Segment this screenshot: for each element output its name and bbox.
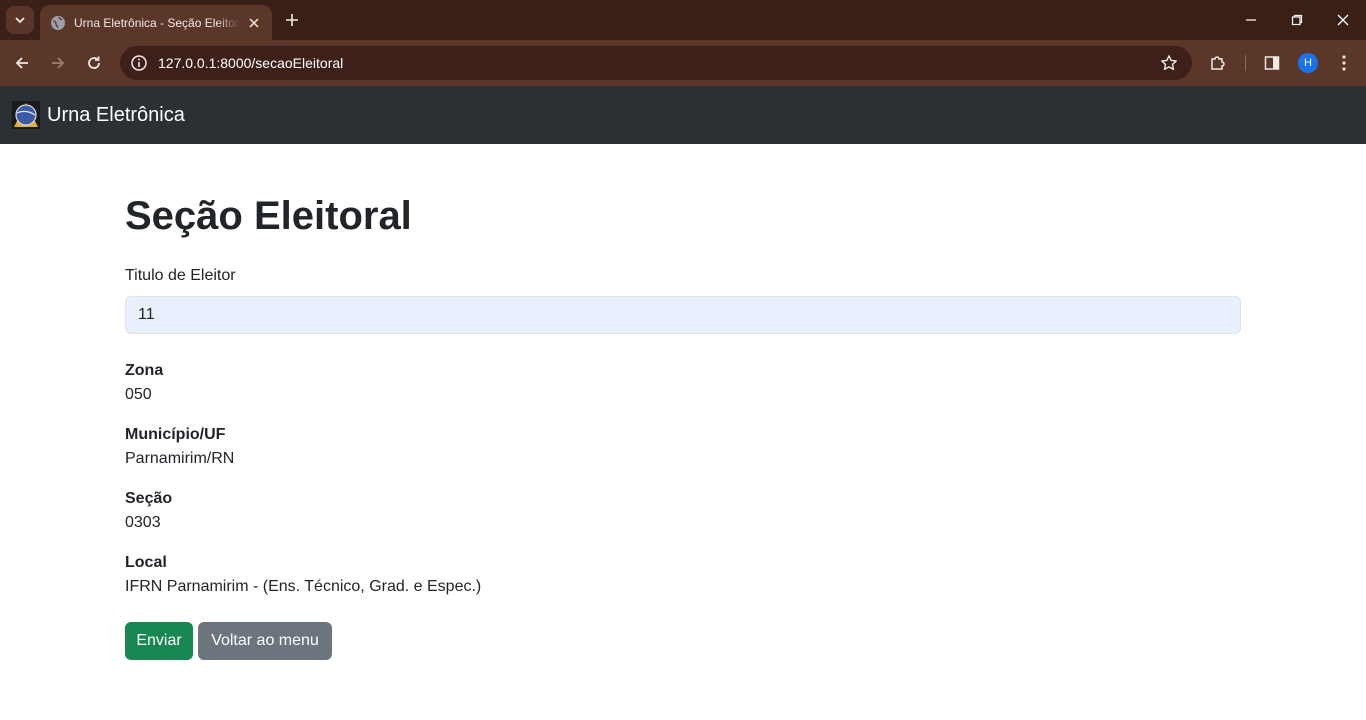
urna-logo-icon[interactable] — [12, 101, 40, 129]
secao-field: Seção 0303 — [125, 487, 172, 535]
extensions-button[interactable] — [1204, 49, 1232, 77]
address-bar[interactable]: 127.0.0.1:8000/secaoEleitoral — [120, 46, 1192, 80]
side-panel-button[interactable] — [1258, 49, 1286, 77]
municipio-field: Município/UF Parnamirim/RN — [125, 423, 234, 471]
globe-icon — [51, 15, 65, 30]
tab-search-button[interactable] — [6, 6, 34, 34]
voltar-menu-button[interactable]: Voltar ao menu — [198, 622, 332, 660]
municipio-label: Município/UF — [125, 426, 226, 443]
url-text: 127.0.0.1:8000/secaoEleitoral — [158, 55, 344, 71]
titulo-eleitor-input[interactable] — [125, 296, 1241, 334]
menu-button[interactable] — [1330, 49, 1358, 77]
star-icon[interactable] — [1160, 54, 1178, 72]
puzzle-icon — [1211, 56, 1225, 70]
secao-value: 0303 — [125, 514, 161, 531]
titulo-eleitor-label: Titulo de Eleitor — [125, 267, 236, 284]
chevron-down-icon — [15, 17, 25, 24]
forward-button[interactable] — [44, 49, 72, 77]
arrow-left-icon — [15, 57, 28, 69]
back-button[interactable] — [8, 49, 36, 77]
municipio-value: Parnamirim/RN — [125, 450, 235, 467]
local-label: Local — [125, 554, 167, 571]
restore-button[interactable] — [1274, 0, 1320, 40]
arrow-right-icon — [52, 57, 65, 69]
browser-toolbar: 127.0.0.1:8000/secaoEleitoral H — [0, 40, 1366, 86]
browser-tab-strip: Urna Eletrônica - Seção Eleitoral — [0, 0, 1366, 40]
local-value: IFRN Parnamirim - (Ens. Técnico, Grad. e… — [125, 578, 482, 595]
zona-value: 050 — [125, 386, 152, 403]
minimize-icon — [1246, 19, 1256, 21]
page-title: Seção Eleitoral — [125, 194, 412, 238]
side-panel-icon — [1264, 56, 1280, 70]
local-field: Local IFRN Parnamirim - (Ens. Técnico, G… — [125, 551, 481, 599]
zona-label: Zona — [125, 362, 164, 379]
reload-icon — [88, 56, 100, 69]
close-window-button[interactable] — [1320, 0, 1366, 40]
zona-field: Zona 050 — [125, 359, 163, 407]
tab-title: Urna Eletrônica - Seção Eleitoral — [74, 15, 240, 30]
brand-title[interactable]: Urna Eletrônica — [47, 104, 185, 127]
toolbar-divider — [1245, 55, 1246, 71]
secao-label: Seção — [125, 490, 173, 507]
tab-close-button[interactable] — [246, 15, 262, 31]
avatar: H — [1298, 53, 1318, 73]
site-info-icon[interactable] — [130, 54, 148, 72]
restore-icon — [1291, 14, 1303, 26]
enviar-button[interactable]: Enviar — [125, 622, 193, 660]
browser-tab[interactable]: Urna Eletrônica - Seção Eleitoral — [40, 5, 272, 40]
profile-button[interactable]: H — [1294, 49, 1322, 77]
more-vertical-icon — [1342, 55, 1346, 71]
reload-button[interactable] — [80, 49, 108, 77]
minimize-button[interactable] — [1228, 0, 1274, 40]
close-icon — [1337, 14, 1349, 26]
close-icon — [249, 17, 259, 28]
site-navbar: Urna Eletrônica — [0, 86, 1366, 144]
plus-icon — [286, 14, 298, 26]
new-tab-button[interactable] — [280, 8, 304, 32]
